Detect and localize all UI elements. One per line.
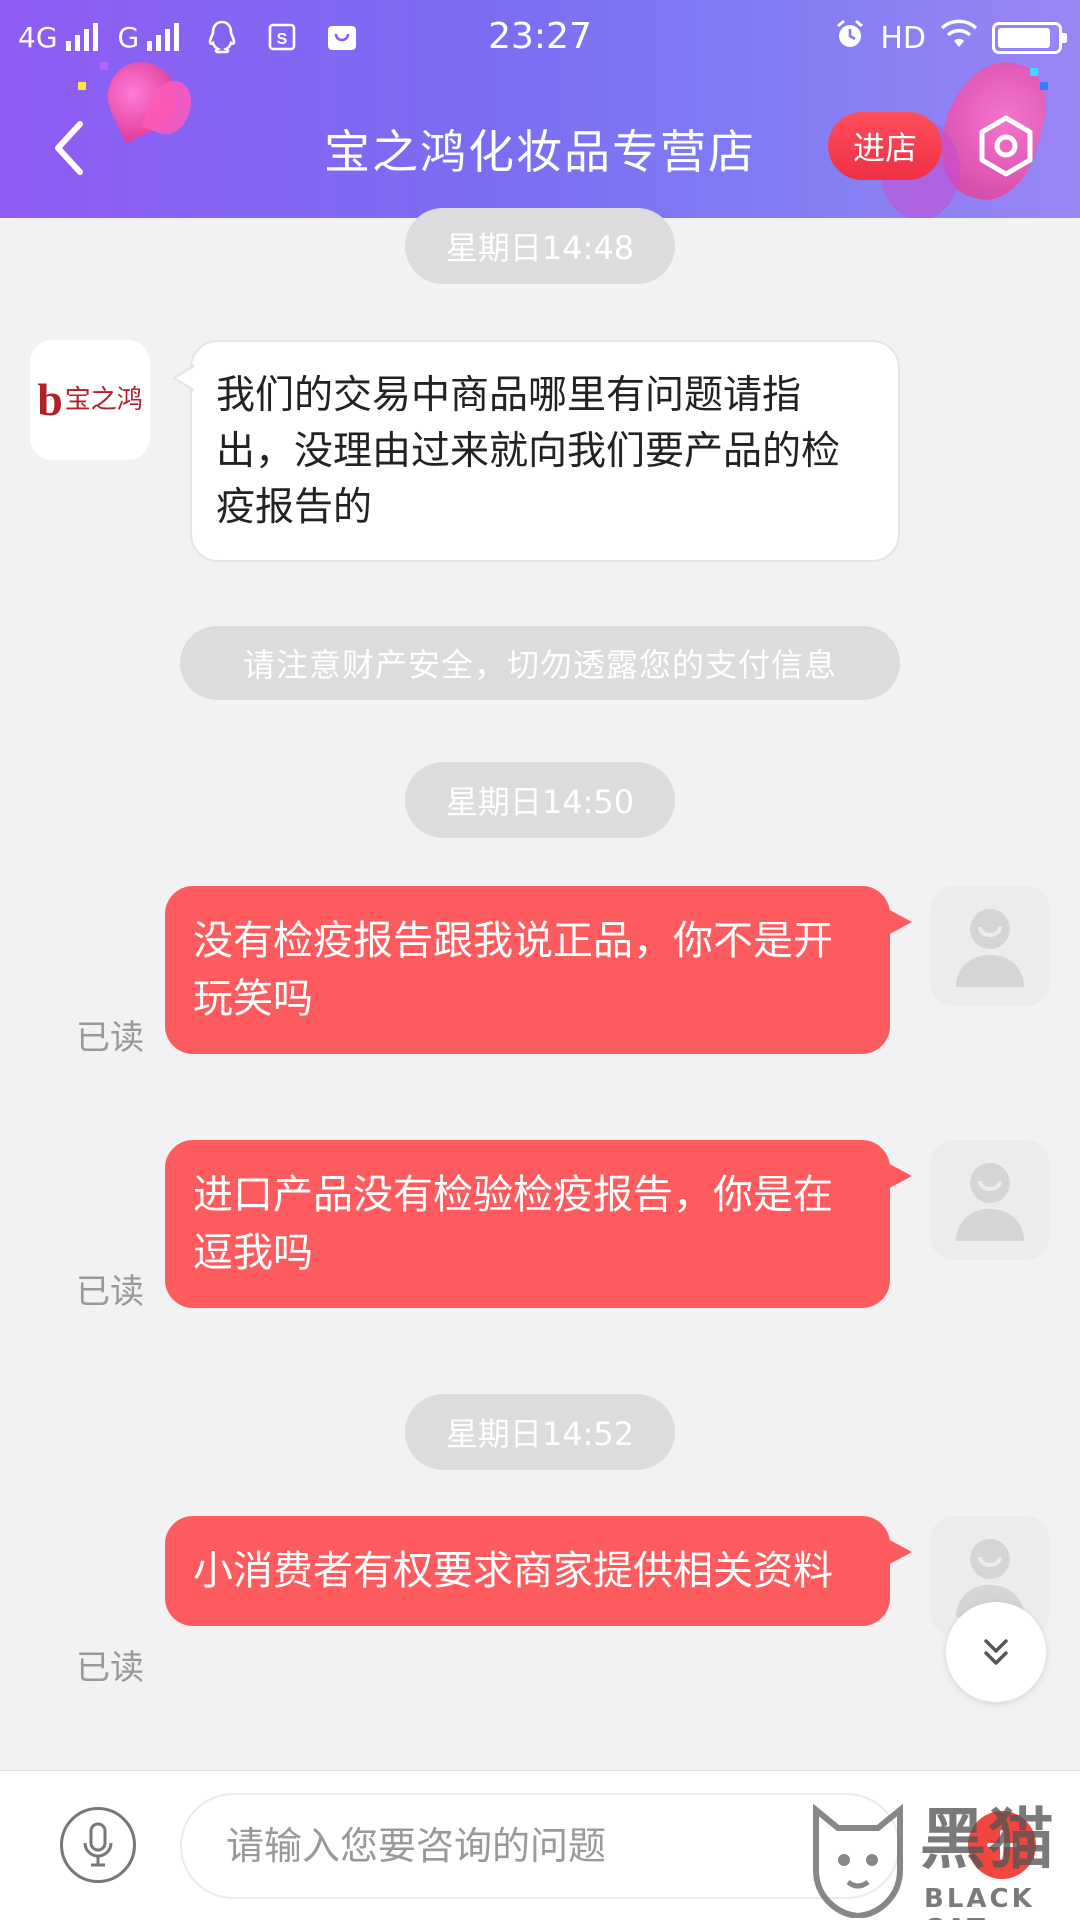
user-avatar[interactable]	[930, 886, 1050, 1006]
logo-mark: b	[37, 374, 63, 425]
shop-logo: b 宝之鸿	[37, 377, 143, 423]
watermark-cn: 黑猫	[920, 1801, 1056, 1878]
read-status: 已读	[76, 1018, 144, 1058]
chat-messages[interactable]: 星期日14:48 b 宝之鸿 我们的交易中商品哪里有问题请指出，没理由过来就向我…	[0, 208, 1080, 1770]
time-separator: 星期日14:50	[405, 762, 675, 838]
hexagon-settings-icon	[979, 115, 1033, 177]
incoming-message[interactable]: 我们的交易中商品哪里有问题请指出，没理由过来就向我们要产品的检疫报告的	[172, 340, 900, 562]
outgoing-message[interactable]: 小消费者有权要求商家提供相关资料	[165, 1516, 912, 1626]
default-user-icon	[956, 909, 1024, 987]
chat-header: 4G G S 23:27 HD 宝之鸿化妆品专营店 进店	[0, 0, 1080, 218]
shop-avatar[interactable]: b 宝之鸿	[30, 340, 150, 460]
microphone-icon	[83, 1822, 113, 1867]
message-input[interactable]	[180, 1793, 900, 1899]
outgoing-message[interactable]: 没有检疫报告跟我说正品，你不是开玩笑吗	[165, 886, 912, 1054]
time-separator: 星期日14:48	[405, 208, 675, 284]
read-status: 已读	[76, 1272, 144, 1312]
watermark-en: BLACK CAT	[924, 1884, 1035, 1920]
navigation-bar: 宝之鸿化妆品专营店 进店	[0, 88, 1080, 208]
alarm-icon	[834, 18, 866, 58]
wifi-icon	[940, 19, 978, 57]
system-indicators: HD	[834, 18, 1067, 58]
settings-button[interactable]	[968, 108, 1044, 184]
scroll-to-bottom-button[interactable]	[946, 1602, 1046, 1702]
battery-level-fill	[998, 28, 1051, 48]
enter-store-button[interactable]: 进店	[828, 112, 942, 180]
black-cat-logo-icon	[813, 1803, 903, 1918]
security-notice: 请注意财产安全，切勿透露您的支付信息	[180, 626, 900, 700]
user-avatar[interactable]	[930, 1140, 1050, 1260]
watermark: 黑猫 BLACK CAT	[808, 1800, 1080, 1920]
read-status: 已读	[76, 1648, 144, 1688]
double-chevron-down-icon	[984, 1639, 1008, 1665]
default-user-icon	[956, 1163, 1024, 1241]
logo-text: 宝之鸿	[64, 385, 143, 415]
status-bar: 4G G S 23:27 HD	[0, 0, 1080, 78]
hd-label: HD	[880, 20, 926, 56]
battery-icon	[992, 22, 1067, 54]
outgoing-message[interactable]: 进口产品没有检验检疫报告，你是在逗我吗	[165, 1140, 912, 1308]
time-separator: 星期日14:52	[405, 1394, 675, 1470]
voice-input-button[interactable]	[60, 1807, 136, 1883]
